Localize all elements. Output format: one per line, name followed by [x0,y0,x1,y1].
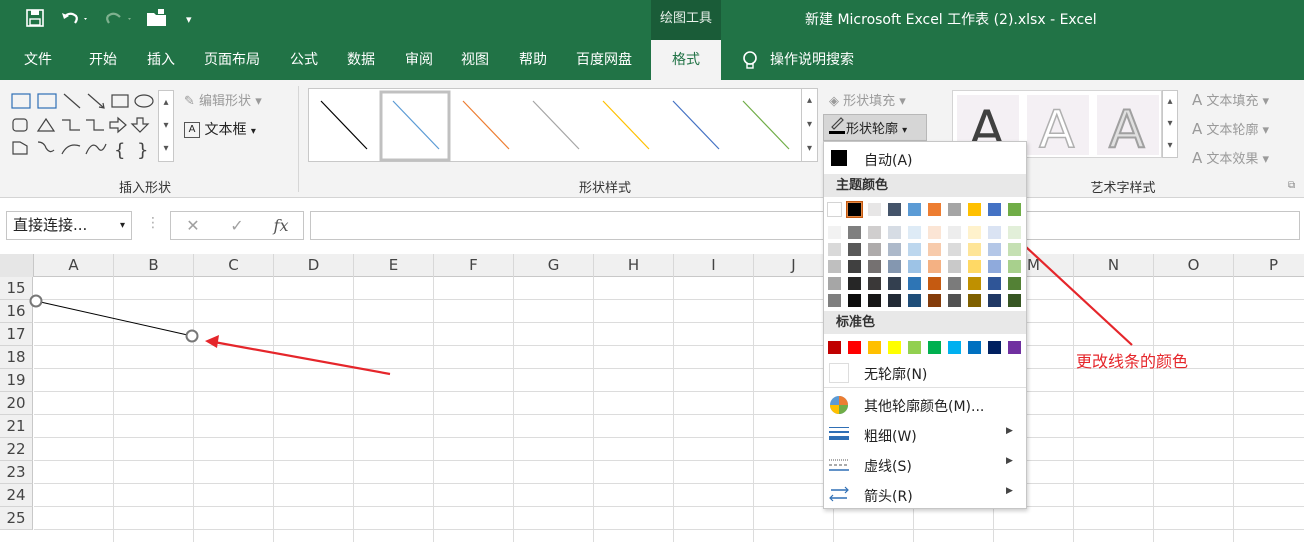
menu-item-weight[interactable]: 粗细(W) [864,426,917,446]
theme-shade-swatch[interactable] [867,242,882,257]
theme-shade-swatch[interactable] [827,242,842,257]
theme-shade-swatch[interactable] [867,225,882,240]
theme-shade-swatch[interactable] [967,225,982,240]
auto-color-swatch [831,150,847,166]
standard-color-swatch[interactable] [967,340,982,355]
red-arrowhead [205,335,219,348]
theme-shade-swatch[interactable] [887,242,902,257]
theme-color-swatch[interactable] [1007,202,1022,217]
theme-color-swatch[interactable] [846,201,863,218]
theme-shade-swatch[interactable] [967,259,982,274]
theme-shade-swatch[interactable] [847,225,862,240]
standard-colors-header: 标准色 [824,311,1026,334]
annotation-overlay [29,141,1133,376]
menu-item-auto[interactable]: 自动(A) [864,150,913,170]
theme-shade-swatch[interactable] [927,242,942,257]
standard-color-swatch[interactable] [887,340,902,355]
theme-shade-swatch[interactable] [927,276,942,291]
theme-shade-swatch[interactable] [847,293,862,308]
theme-color-swatch[interactable] [927,202,942,217]
theme-shade-swatch[interactable] [907,242,922,257]
theme-shade-swatch[interactable] [947,259,962,274]
submenu-arrow-icon: ▶ [1006,456,1013,466]
theme-shade-swatch[interactable] [947,242,962,257]
menu-item-more-colors[interactable]: 其他轮廓颜色(M)... [864,396,984,416]
theme-color-swatch[interactable] [947,202,962,217]
theme-shade-swatch[interactable] [907,259,922,274]
theme-shade-swatch[interactable] [867,259,882,274]
dashes-icon [829,457,849,477]
theme-shade-swatch[interactable] [867,293,882,308]
red-arrow-line [213,340,391,376]
standard-color-swatch[interactable] [1007,340,1022,355]
theme-color-swatch[interactable] [827,202,842,217]
line-handle-start [29,294,43,308]
theme-shade-swatch[interactable] [927,293,942,308]
theme-shade-swatch[interactable] [887,225,902,240]
theme-shade-swatch[interactable] [847,242,862,257]
standard-color-swatch[interactable] [847,340,862,355]
theme-shade-swatch[interactable] [907,225,922,240]
theme-color-swatch[interactable] [867,202,882,217]
theme-shade-swatch[interactable] [847,259,862,274]
theme-shade-swatch[interactable] [1007,225,1022,240]
theme-shade-swatch[interactable] [827,259,842,274]
theme-shade-swatch[interactable] [987,259,1002,274]
annotation-text: 更改线条的颜色 [1076,352,1189,371]
menu-divider [824,387,1026,388]
theme-shade-swatch[interactable] [947,293,962,308]
theme-shade-swatch[interactable] [887,259,902,274]
theme-shade-swatch[interactable] [987,225,1002,240]
menu-item-no-outline[interactable]: 无轮廓(N) [864,364,927,384]
standard-color-swatch[interactable] [907,340,922,355]
theme-shade-swatch[interactable] [1007,293,1022,308]
line-weight-icon [829,426,849,446]
theme-shade-swatch[interactable] [827,276,842,291]
theme-shade-swatch[interactable] [927,225,942,240]
theme-shade-swatch[interactable] [947,225,962,240]
theme-shade-swatch[interactable] [1007,242,1022,257]
theme-color-swatch[interactable] [887,202,902,217]
theme-shade-swatch[interactable] [867,276,882,291]
standard-color-swatch[interactable] [927,340,942,355]
theme-shade-swatch[interactable] [907,293,922,308]
standard-color-swatch[interactable] [947,340,962,355]
theme-colors-header: 主题颜色 [824,174,1026,197]
theme-shade-swatch[interactable] [967,242,982,257]
theme-shade-swatch[interactable] [827,225,842,240]
submenu-arrow-icon: ▶ [1006,486,1013,496]
submenu-arrow-icon: ▶ [1006,426,1013,436]
menu-item-dashes[interactable]: 虚线(S) [864,456,912,476]
standard-color-swatch[interactable] [827,340,842,355]
theme-shade-swatch[interactable] [967,276,982,291]
arrows-icon [829,486,849,506]
theme-shade-swatch[interactable] [987,242,1002,257]
theme-shade-swatch[interactable] [887,293,902,308]
theme-shade-swatch[interactable] [947,276,962,291]
no-outline-swatch [829,363,849,383]
theme-shade-swatch[interactable] [887,276,902,291]
theme-color-swatch[interactable] [907,202,922,217]
connector-line-shape [35,300,193,337]
standard-color-swatch[interactable] [867,340,882,355]
theme-shade-swatch[interactable] [967,293,982,308]
theme-color-swatch[interactable] [967,202,982,217]
theme-shade-swatch[interactable] [987,293,1002,308]
line-handle-end [185,329,199,343]
theme-shade-swatch[interactable] [827,293,842,308]
menu-item-arrows[interactable]: 箭头(R) [864,486,913,506]
theme-shade-swatch[interactable] [1007,276,1022,291]
theme-color-swatch[interactable] [987,202,1002,217]
theme-shade-swatch[interactable] [987,276,1002,291]
color-wheel-icon [829,395,849,419]
theme-shade-swatch[interactable] [847,276,862,291]
theme-shade-swatch[interactable] [927,259,942,274]
theme-shade-swatch[interactable] [907,276,922,291]
theme-shade-swatch[interactable] [1007,259,1022,274]
standard-color-swatch[interactable] [987,340,1002,355]
